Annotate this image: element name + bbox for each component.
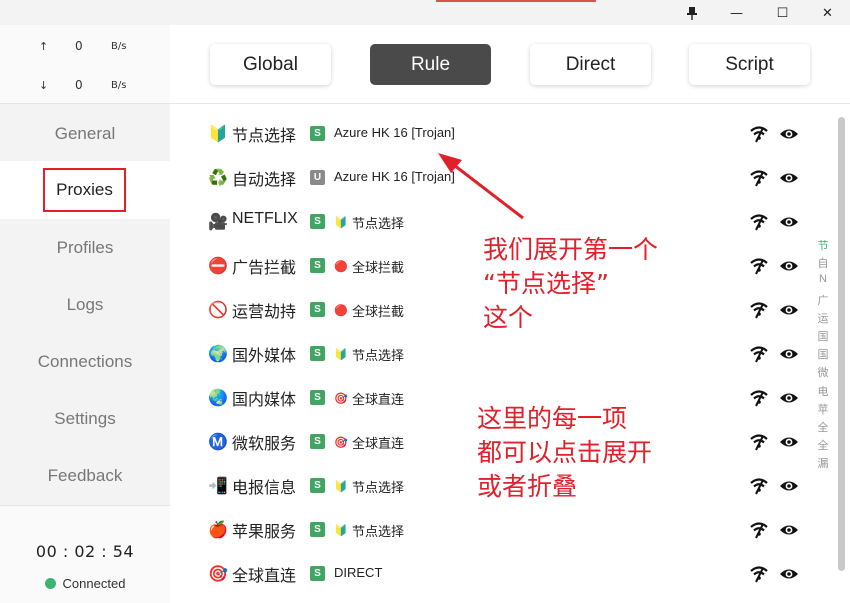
annotation-bottom-line3: 或者折叠 — [477, 472, 578, 501]
annotation-top-line2: “节点选择” — [483, 269, 609, 298]
annotation-bottom: 这里的每一项 都可以点击展开 或者折叠 — [477, 402, 652, 504]
annotation-bottom-line2: 都可以点击展开 — [477, 438, 653, 467]
annotation-arrow — [438, 153, 524, 220]
annotation-top-line1: 我们展开第一个 — [483, 235, 659, 264]
annotation-top-line3: 这个 — [483, 303, 534, 332]
annotation-top: 我们展开第一个 “节点选择” 这个 — [483, 233, 658, 335]
annotation-bottom-line1: 这里的每一项 — [477, 404, 628, 433]
